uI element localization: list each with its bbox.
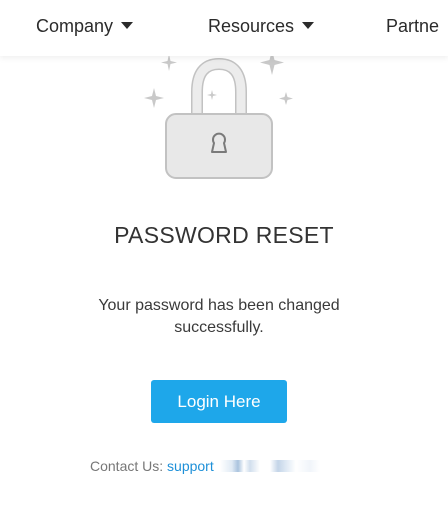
padlock-icon (144, 50, 293, 179)
chevron-down-icon (121, 21, 134, 29)
redacted-email (219, 460, 320, 473)
contact-line: Contact Us: support (90, 458, 320, 474)
nav-item-label: Company (36, 16, 114, 36)
support-email-link[interactable]: support (167, 458, 214, 474)
chevron-down-icon (302, 21, 315, 29)
nav-item-resources[interactable]: Resources (208, 16, 315, 37)
nav-item-label: Resources (208, 16, 295, 36)
success-message: Your password has been changed successfu… (98, 297, 340, 336)
contact-label: Contact Us: (90, 458, 164, 474)
page-title: PASSWORD RESET (114, 222, 334, 248)
nav-item-label: Partne (386, 16, 440, 36)
login-button[interactable]: Login Here (151, 380, 287, 423)
nav-item-company[interactable]: Company (36, 16, 134, 37)
nav-item-partners[interactable]: Partne (386, 16, 439, 37)
top-navigation: Company Resources Partne (0, 0, 448, 56)
